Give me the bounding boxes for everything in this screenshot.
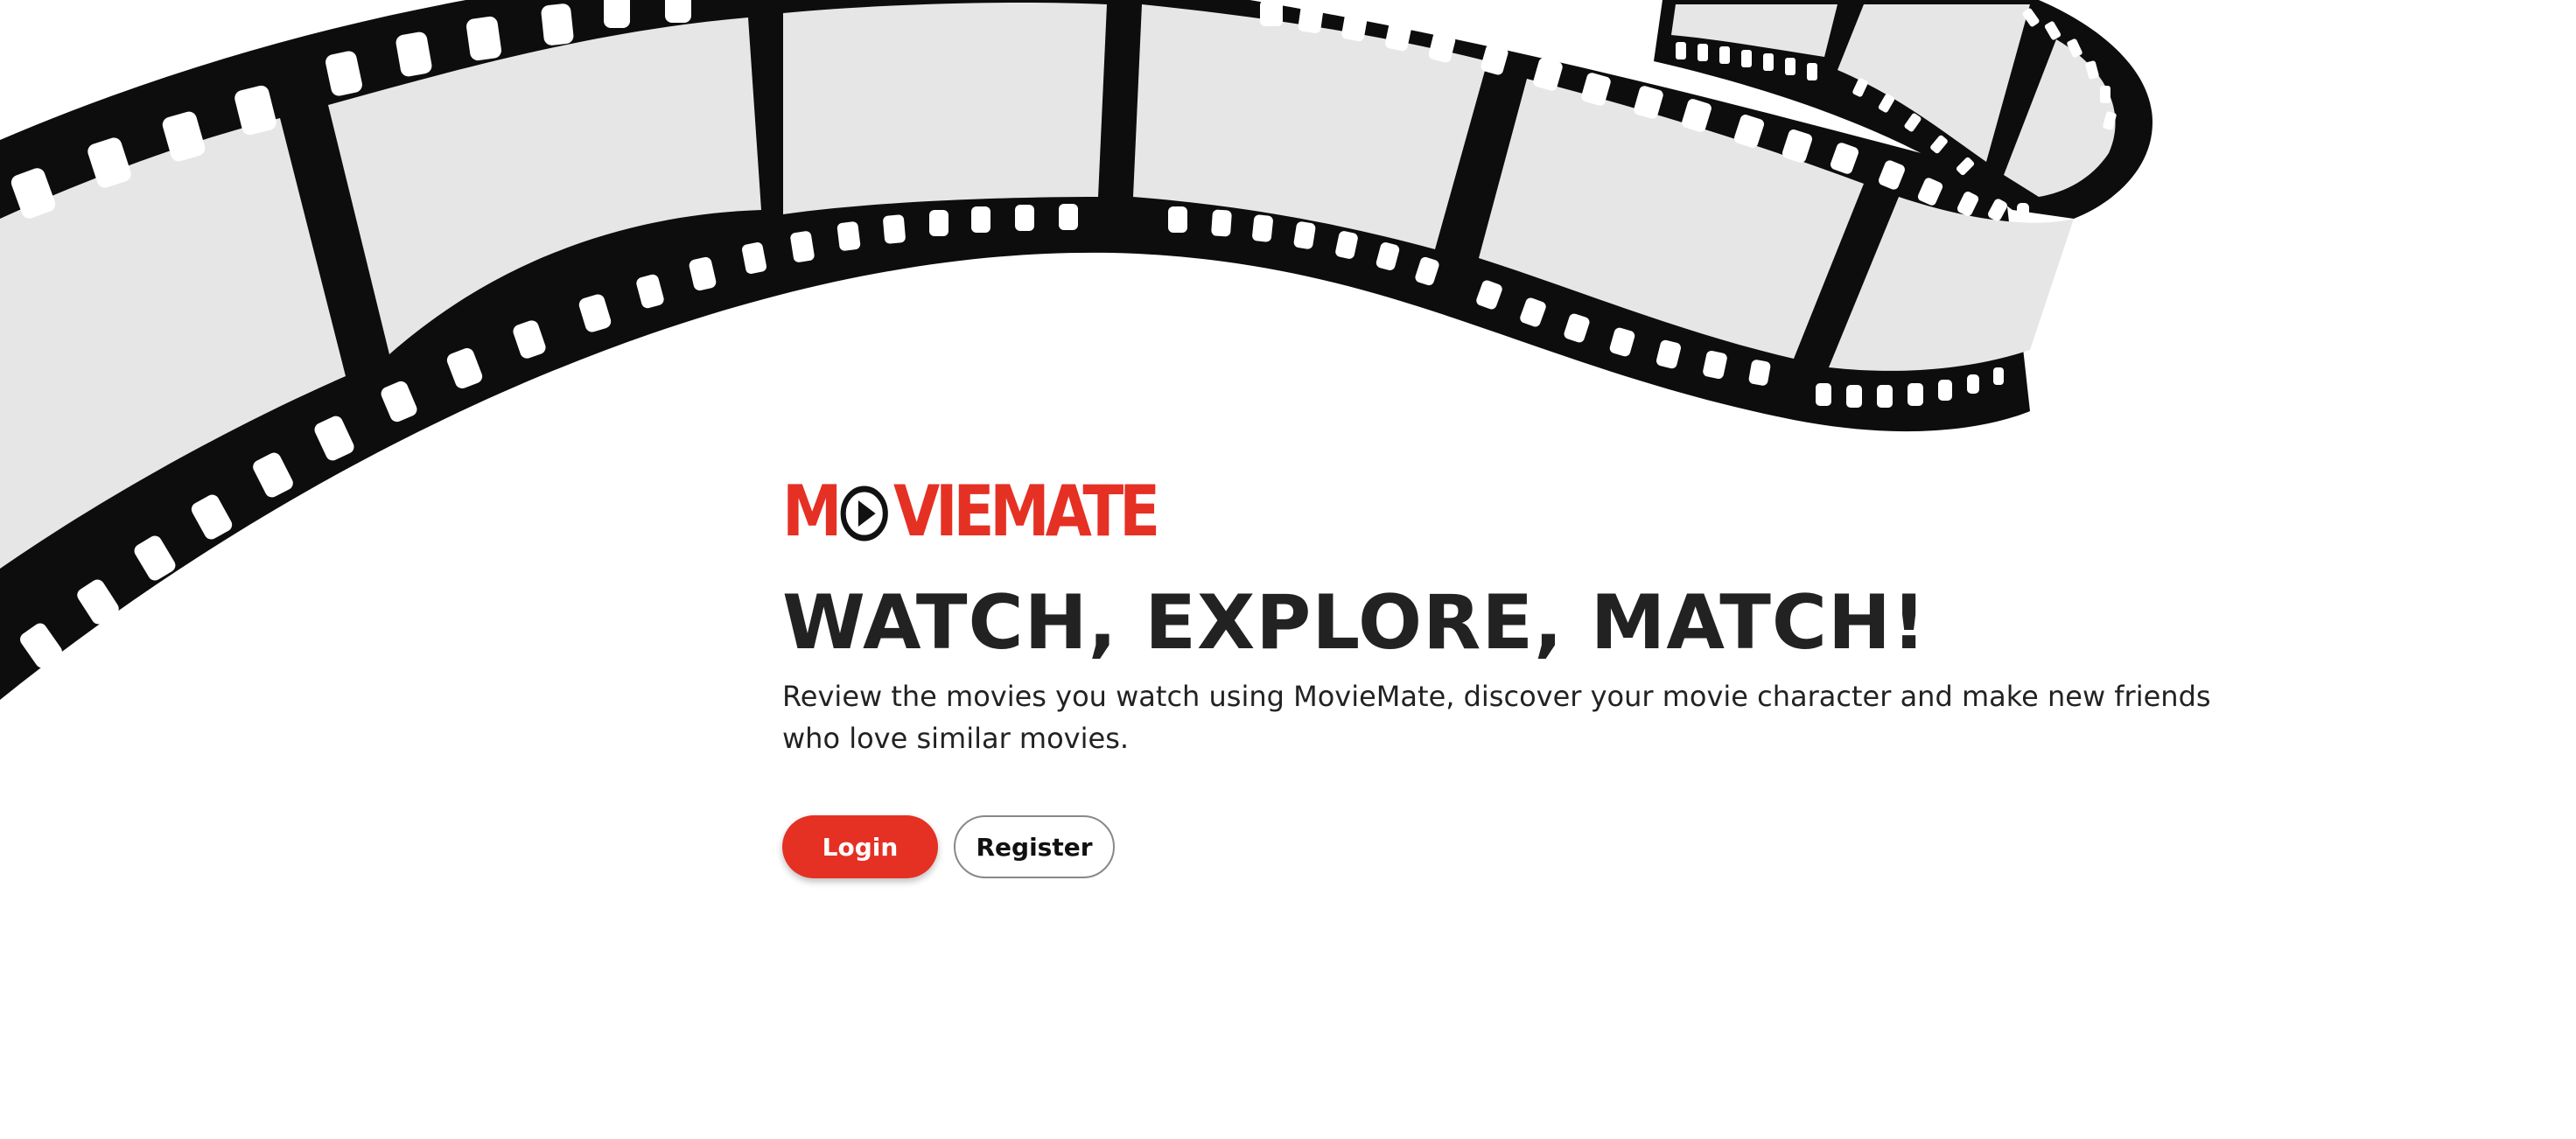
auth-actions: Login Register xyxy=(782,815,2270,878)
hero-subtitle: Review the movies you watch using MovieM… xyxy=(782,680,2211,755)
play-icon xyxy=(840,486,888,542)
register-button[interactable]: Register xyxy=(954,815,1115,878)
hero-headline: WATCH, EXPLORE, MATCH! xyxy=(782,579,1928,667)
hero-section: M VIEMATE WATCH, EXPLORE, MATCH! Review … xyxy=(782,471,2270,878)
logo-prefix: M xyxy=(782,471,842,552)
moviemate-logo: M VIEMATE xyxy=(782,471,2062,552)
login-button[interactable]: Login xyxy=(782,815,938,878)
landing-page: M VIEMATE WATCH, EXPLORE, MATCH! Review … xyxy=(0,0,2576,1139)
logo-suffix: VIEMATE xyxy=(892,471,1160,552)
